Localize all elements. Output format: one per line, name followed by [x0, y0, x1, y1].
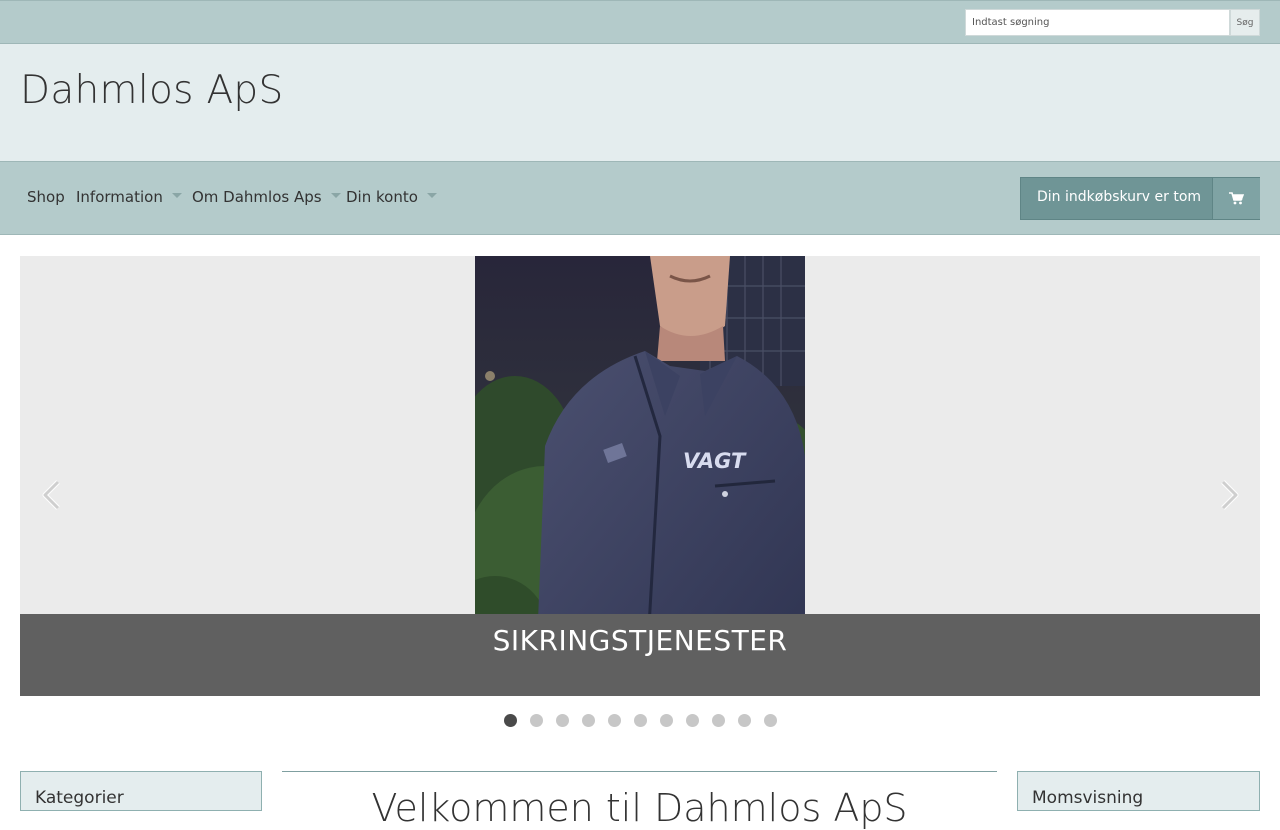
- nav-item-label: Information: [76, 188, 163, 206]
- carousel-prev-button[interactable]: [40, 478, 62, 516]
- caret-down-icon: [171, 193, 182, 198]
- carousel-indicators: [0, 714, 1280, 728]
- search-input[interactable]: [965, 9, 1230, 36]
- caret-down-icon: [426, 193, 437, 198]
- carousel-dot[interactable]: [530, 714, 543, 727]
- top-bar: Søg: [0, 0, 1280, 44]
- categories-title: Kategorier: [35, 788, 124, 808]
- search-button[interactable]: Søg: [1230, 9, 1260, 36]
- vat-title: Momsvisning: [1032, 788, 1144, 808]
- jacket-text: VAGT: [683, 449, 747, 473]
- cart-button[interactable]: Din indkøbskurv er tom: [1020, 177, 1260, 220]
- nav-item-label: Shop: [27, 188, 65, 206]
- vat-panel: Momsvisning: [1017, 771, 1260, 811]
- slide-caption: SIKRINGSTJENESTER: [492, 624, 788, 657]
- carousel-dot[interactable]: [582, 714, 595, 727]
- nav-item-om-dahmlos[interactable]: Om Dahmlos Aps: [192, 188, 341, 206]
- hero-carousel[interactable]: VAGT SIKRINGSTJENESTER: [20, 256, 1260, 696]
- categories-panel: Kategorier: [20, 771, 262, 811]
- nav-item-shop[interactable]: Shop: [27, 188, 65, 206]
- carousel-dot[interactable]: [660, 714, 673, 727]
- main-divider: [282, 771, 997, 772]
- carousel-next-button[interactable]: [1219, 478, 1241, 516]
- nav-item-din-konto[interactable]: Din konto: [346, 188, 437, 206]
- carousel-dot[interactable]: [712, 714, 725, 727]
- shopping-cart-icon: [1229, 192, 1244, 205]
- site-header: Dahmlos ApS: [0, 44, 1280, 162]
- carousel-dot[interactable]: [556, 714, 569, 727]
- carousel-dot[interactable]: [738, 714, 751, 727]
- carousel-dot[interactable]: [764, 714, 777, 727]
- cart-icon-box: [1212, 178, 1260, 219]
- caret-down-icon: [330, 193, 341, 198]
- carousel-dot[interactable]: [608, 714, 621, 727]
- carousel-dot[interactable]: [504, 714, 517, 727]
- site-title[interactable]: Dahmlos ApS: [20, 68, 284, 113]
- chevron-left-icon: [42, 480, 60, 510]
- cart-label: Din indkøbskurv er tom: [1037, 189, 1202, 205]
- main-nav: Shop Information Om Dahmlos Aps Din kont…: [0, 161, 1280, 235]
- welcome-heading: Velkommen til Dahmlos ApS: [371, 786, 908, 830]
- nav-item-information[interactable]: Information: [76, 188, 182, 206]
- carousel-dot[interactable]: [686, 714, 699, 727]
- nav-item-label: Din konto: [346, 188, 418, 206]
- carousel-dot[interactable]: [634, 714, 647, 727]
- nav-item-label: Om Dahmlos Aps: [192, 188, 322, 206]
- chevron-right-icon: [1221, 480, 1239, 510]
